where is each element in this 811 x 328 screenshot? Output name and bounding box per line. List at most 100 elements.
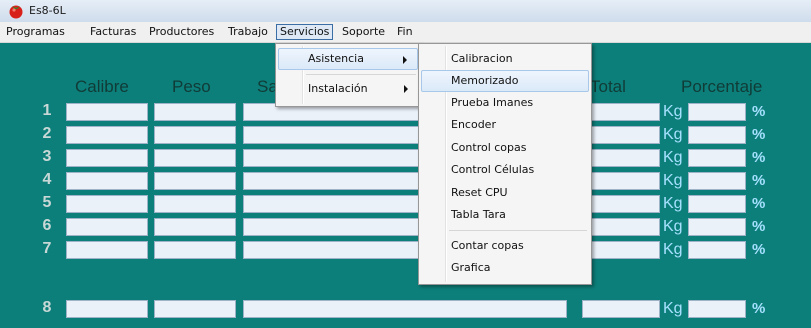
peso-field[interactable] (154, 241, 236, 259)
peso-field[interactable] (154, 300, 236, 318)
total-field[interactable] (582, 103, 660, 121)
percent-field[interactable] (688, 126, 746, 144)
row-number: 2 (42, 125, 52, 142)
percent-field[interactable] (688, 218, 746, 236)
header-total: Total (590, 77, 626, 96)
row-number: 7 (42, 240, 52, 257)
calibre-field[interactable] (66, 126, 148, 144)
menu-item-label: Asistencia (308, 52, 364, 65)
total-field[interactable] (582, 241, 660, 259)
calibre-field[interactable] (66, 195, 148, 213)
menu-fin[interactable]: Fin (394, 24, 416, 40)
percent-unit-label: % (752, 300, 766, 317)
peso-field[interactable] (154, 172, 236, 190)
percent-field[interactable] (688, 172, 746, 190)
menu-item-label: Grafica (451, 261, 491, 274)
menu-item-control-celulas[interactable]: Control Células (421, 159, 589, 181)
menu-item-calibracion[interactable]: Calibracion (421, 48, 589, 70)
menu-item-label: Memorizado (451, 74, 519, 87)
header-porcentaje: Porcentaje (681, 77, 763, 96)
kg-unit-label: Kg (663, 300, 683, 317)
menu-item-label: Contar copas (451, 239, 524, 252)
calibre-field[interactable] (66, 149, 148, 167)
kg-unit-label: Kg (663, 241, 683, 258)
asistencia-submenu: Calibracion Memorizado Prueba Imanes Enc… (418, 43, 592, 285)
row-number: 1 (42, 102, 52, 119)
title-bar: Es8-6L (0, 0, 811, 23)
percent-field[interactable] (688, 300, 746, 318)
menu-item-control-copas[interactable]: Control copas (421, 137, 589, 159)
kg-unit-label: Kg (663, 195, 683, 212)
window-title: Es8-6L (29, 4, 66, 17)
menu-item-label: Calibracion (451, 52, 513, 65)
menu-item-label: Tabla Tara (451, 208, 506, 221)
row-number: 6 (42, 217, 52, 234)
percent-unit-label: % (752, 103, 766, 120)
kg-unit-label: Kg (663, 218, 683, 235)
description-field[interactable] (243, 300, 567, 318)
menu-item-label: Instalación (308, 82, 368, 95)
row-number: 5 (42, 194, 52, 211)
menu-item-asistencia[interactable]: Asistencia (278, 48, 418, 70)
peso-field[interactable] (154, 195, 236, 213)
percent-field[interactable] (688, 195, 746, 213)
percent-field[interactable] (688, 103, 746, 121)
total-field[interactable] (582, 149, 660, 167)
percent-unit-label: % (752, 218, 766, 235)
total-field[interactable] (582, 300, 660, 318)
peso-field[interactable] (154, 126, 236, 144)
menu-item-memorizado[interactable]: Memorizado (421, 70, 589, 92)
menu-item-label: Prueba Imanes (451, 96, 534, 109)
header-calibre: Calibre (75, 77, 129, 96)
menu-item-encoder[interactable]: Encoder (421, 114, 589, 136)
percent-field[interactable] (688, 241, 746, 259)
percent-unit-label: % (752, 126, 766, 143)
peso-field[interactable] (154, 218, 236, 236)
menu-item-tabla-tara[interactable]: Tabla Tara (421, 204, 589, 226)
menu-productores[interactable]: Productores (146, 24, 217, 40)
row-number: 4 (42, 171, 52, 188)
menu-item-prueba-imanes[interactable]: Prueba Imanes (421, 92, 589, 114)
menu-item-instalacion[interactable]: Instalación (278, 78, 418, 100)
kg-unit-label: Kg (663, 172, 683, 189)
peso-field[interactable] (154, 103, 236, 121)
percent-unit-label: % (752, 241, 766, 258)
kg-unit-label: Kg (663, 103, 683, 120)
menu-bar: Programas Facturas Productores Trabajo S… (0, 22, 811, 43)
kg-unit-label: Kg (663, 126, 683, 143)
tomato-icon (9, 5, 23, 19)
menu-item-label: Encoder (451, 118, 496, 131)
menu-soporte[interactable]: Soporte (339, 24, 388, 40)
menu-trabajo[interactable]: Trabajo (225, 24, 271, 40)
calibre-field[interactable] (66, 172, 148, 190)
menu-separator (449, 230, 587, 231)
menu-programas[interactable]: Programas (3, 24, 68, 40)
menu-item-label: Control Células (451, 163, 535, 176)
menu-item-label: Reset CPU (451, 186, 508, 199)
chevron-right-icon (403, 56, 407, 64)
menu-facturas[interactable]: Facturas (87, 24, 139, 40)
total-field[interactable] (582, 126, 660, 144)
percent-unit-label: % (752, 195, 766, 212)
calibre-field[interactable] (66, 241, 148, 259)
percent-unit-label: % (752, 172, 766, 189)
menu-item-grafica[interactable]: Grafica (421, 257, 589, 279)
row-number: 8 (42, 299, 52, 316)
total-field[interactable] (582, 218, 660, 236)
servicios-menu: Asistencia Instalación (275, 43, 421, 107)
chevron-right-icon (404, 85, 408, 93)
menu-servicios[interactable]: Servicios (276, 24, 334, 40)
calibre-field[interactable] (66, 218, 148, 236)
total-field[interactable] (582, 172, 660, 190)
menu-separator (306, 74, 416, 75)
peso-field[interactable] (154, 149, 236, 167)
calibre-field[interactable] (66, 103, 148, 121)
calibre-field[interactable] (66, 300, 148, 318)
menu-item-label: Control copas (451, 141, 527, 154)
total-field[interactable] (582, 195, 660, 213)
header-peso: Peso (172, 77, 211, 96)
menu-item-contar-copas[interactable]: Contar copas (421, 235, 589, 257)
percent-unit-label: % (752, 149, 766, 166)
menu-item-reset-cpu[interactable]: Reset CPU (421, 182, 589, 204)
percent-field[interactable] (688, 149, 746, 167)
